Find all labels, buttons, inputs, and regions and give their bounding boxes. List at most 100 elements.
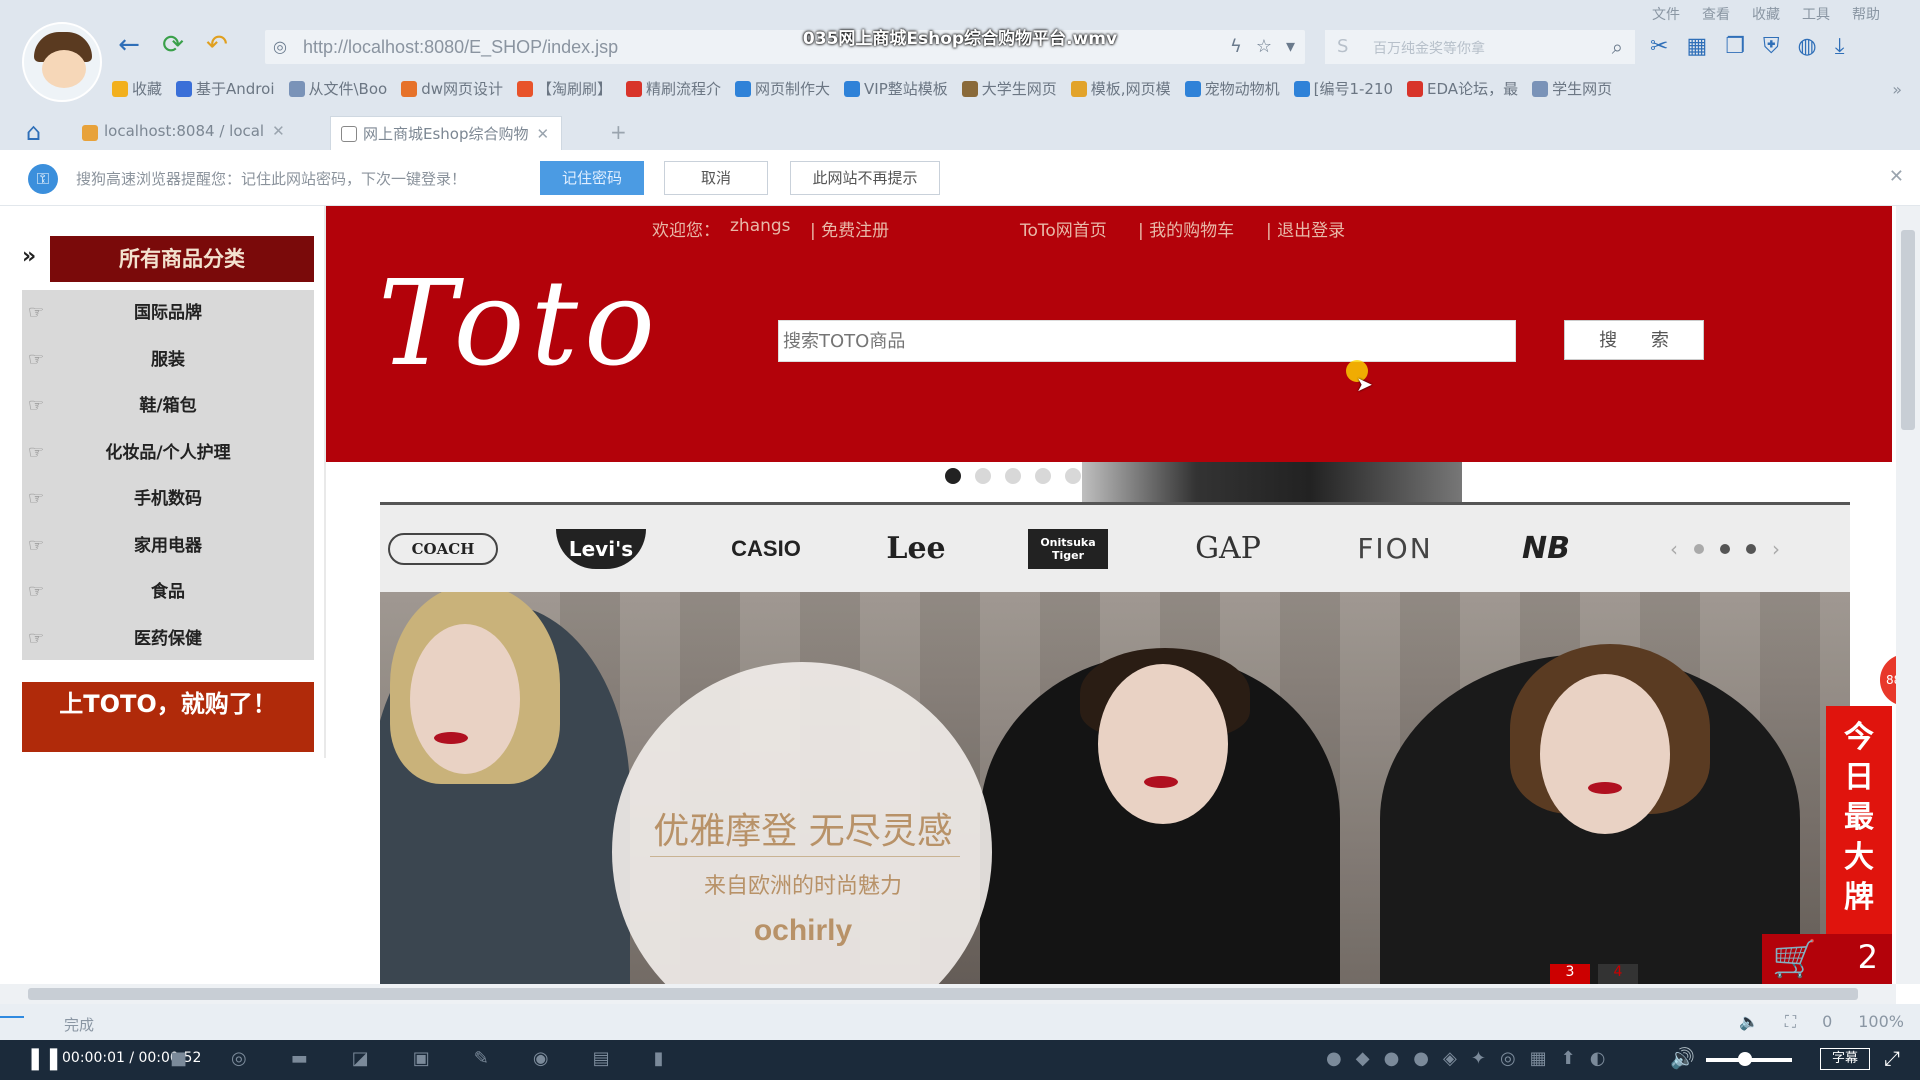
brand-onitsuka-logo[interactable]: Onitsuka Tiger	[1028, 529, 1108, 569]
hero-page-4[interactable]: 4	[1598, 964, 1638, 984]
site-search-button[interactable]: 搜 索	[1564, 320, 1704, 360]
carousel-dot-4[interactable]	[1035, 468, 1051, 484]
menu-favorites[interactable]: 收藏	[1752, 4, 1780, 24]
category-item[interactable]: ☞ 家用电器	[22, 523, 314, 570]
category-item[interactable]: ☞ 医药保健	[22, 616, 314, 663]
brand-levis-logo[interactable]: Levi's	[556, 529, 646, 569]
subtitle-button[interactable]: 字幕	[1820, 1048, 1870, 1070]
brand-dot[interactable]	[1694, 544, 1704, 554]
app-icon[interactable]: ▮	[654, 1048, 664, 1069]
floating-badge[interactable]: 88	[1880, 654, 1896, 706]
tray-icon[interactable]: ●	[1384, 1048, 1400, 1069]
download-count[interactable]: 0	[1822, 1012, 1832, 1032]
bookmark-item[interactable]: [编号1-210	[1293, 78, 1393, 99]
bookmark-item[interactable]: EDA论坛，最	[1407, 78, 1518, 99]
site-search-field[interactable]	[778, 320, 1516, 362]
tray-icon[interactable]: ●	[1326, 1048, 1342, 1069]
home-icon[interactable]: ⌂	[26, 118, 41, 146]
chevron-left-icon[interactable]: ‹	[1670, 537, 1678, 561]
hero-banner[interactable]: 优雅摩登 无尽灵感 来自欧洲的时尚魅力 ochirly 3 4	[380, 592, 1850, 984]
bookmark-item[interactable]: dw网页设计	[401, 78, 503, 99]
tab-localhost[interactable]: localhost:8084 / local ✕	[72, 116, 297, 150]
carousel-dot-3[interactable]	[1005, 468, 1021, 484]
bookmark-item[interactable]: 收藏	[112, 78, 162, 99]
menu-file[interactable]: 文件	[1652, 4, 1680, 24]
brand-nb-logo[interactable]: NB	[1506, 529, 1586, 569]
bookmark-item[interactable]: 基于Androi	[176, 78, 275, 99]
category-item[interactable]: ☞ 服装	[22, 337, 314, 384]
tray-icon[interactable]: ▦	[1530, 1048, 1547, 1069]
username-link[interactable]: zhangs	[730, 216, 791, 236]
remember-password-button[interactable]: 记住密码	[540, 161, 644, 195]
tray-icon[interactable]: ⬆	[1561, 1048, 1576, 1069]
brand-fion-logo[interactable]: FION	[1340, 529, 1450, 569]
carousel-dot-5[interactable]	[1065, 468, 1081, 484]
brand-dot[interactable]	[1746, 544, 1756, 554]
vertical-scrollbar[interactable]	[1896, 206, 1920, 984]
tab-eshop[interactable]: 网上商城Eshop综合购物 ✕	[330, 116, 563, 150]
tray-icon[interactable]: ◎	[1500, 1048, 1516, 1069]
cart-link[interactable]: | 我的购物车	[1138, 216, 1234, 241]
menu-tools[interactable]: 工具	[1802, 4, 1830, 24]
bookmark-item[interactable]: 学生网页	[1532, 78, 1612, 99]
volume-icon[interactable]: 🔊	[1670, 1046, 1695, 1070]
home-link[interactable]: ToTo网首页	[1020, 216, 1107, 241]
tray-icon[interactable]: ◐	[1590, 1048, 1606, 1069]
tray-icon[interactable]: ◆	[1356, 1048, 1370, 1069]
hero-page-3[interactable]: 3	[1550, 964, 1590, 984]
category-item[interactable]: ☞ 手机数码	[22, 476, 314, 523]
app-icon[interactable]: ✎	[474, 1048, 489, 1069]
cancel-button[interactable]: 取消	[664, 161, 768, 195]
category-item[interactable]: ☞ 化妆品/个人护理	[22, 430, 314, 477]
bookmark-item[interactable]: VIP整站模板	[844, 78, 948, 99]
horizontal-scrollbar[interactable]	[0, 984, 1896, 1004]
bookmark-item[interactable]: 精刷流程介	[626, 78, 721, 99]
bookmark-item[interactable]: 网页制作大	[735, 78, 830, 99]
bookmark-item[interactable]: 宠物动物机	[1184, 78, 1280, 99]
tray-icon[interactable]: ◈	[1443, 1048, 1457, 1069]
video-progress[interactable]	[0, 1016, 24, 1018]
fullscreen-icon[interactable]: ⤢	[1884, 1046, 1900, 1070]
brand-coach-logo[interactable]: COACH	[388, 533, 498, 565]
close-icon[interactable]: ✕	[1889, 166, 1904, 187]
chevron-right-icon[interactable]: »	[1892, 80, 1902, 99]
menu-view[interactable]: 查看	[1702, 4, 1730, 24]
app-icon[interactable]: ◪	[352, 1048, 369, 1069]
pause-icon[interactable]: ❚❚	[26, 1046, 63, 1071]
new-tab-button[interactable]: +	[610, 120, 627, 144]
never-remind-button[interactable]: 此网站不再提示	[790, 161, 940, 195]
app-icon[interactable]: ◎	[231, 1048, 247, 1069]
register-link[interactable]: | 免费注册	[810, 216, 889, 241]
brand-lee-logo[interactable]: Lee	[876, 529, 956, 569]
tray-icon[interactable]: ✦	[1471, 1048, 1486, 1069]
bookmark-item[interactable]: 【淘刷刷】	[517, 78, 612, 99]
carousel-dot-2[interactable]	[975, 468, 991, 484]
category-item[interactable]: ☞ 鞋/箱包	[22, 383, 314, 430]
tray-icon[interactable]: ●	[1413, 1048, 1429, 1069]
app-icon[interactable]: ■	[170, 1048, 187, 1069]
floating-cart[interactable]: 🛒 2	[1762, 934, 1892, 984]
scroll-thumb[interactable]	[1901, 230, 1915, 430]
brand-dot[interactable]	[1720, 544, 1730, 554]
scroll-thumb[interactable]	[28, 988, 1858, 1000]
app-icon[interactable]: ◉	[533, 1048, 549, 1069]
logout-link[interactable]: | 退出登录	[1266, 216, 1345, 241]
zoom-level[interactable]: 100%	[1858, 1012, 1904, 1032]
category-item[interactable]: ☞ 国际品牌	[22, 290, 314, 337]
brand-casio-logo[interactable]: CASIO	[716, 529, 816, 569]
chevron-right-icon[interactable]: ›	[1772, 537, 1780, 561]
carousel-dot-1[interactable]	[945, 468, 961, 484]
speaker-icon[interactable]: 🔈	[1739, 1012, 1759, 1032]
bookmark-item[interactable]: 从文件\Boo	[288, 78, 387, 99]
category-item[interactable]: ☞ 食品	[22, 569, 314, 616]
folder-icon[interactable]: ▬	[291, 1048, 308, 1069]
today-big-brand-rail[interactable]: 今 日 最 大 牌	[1826, 706, 1892, 966]
site-logo[interactable]: Toto	[378, 264, 661, 382]
app-icon[interactable]: ▤	[593, 1048, 610, 1069]
brand-gap-logo[interactable]: GAP	[1188, 529, 1268, 569]
close-icon[interactable]: ✕	[537, 125, 550, 143]
site-search-input[interactable]	[779, 321, 1515, 361]
promo-banner[interactable]: 上TOTO，就购了！	[22, 682, 314, 752]
app-icon[interactable]: ▣	[413, 1048, 430, 1069]
bookmark-item[interactable]: 大学生网页	[961, 78, 1057, 99]
